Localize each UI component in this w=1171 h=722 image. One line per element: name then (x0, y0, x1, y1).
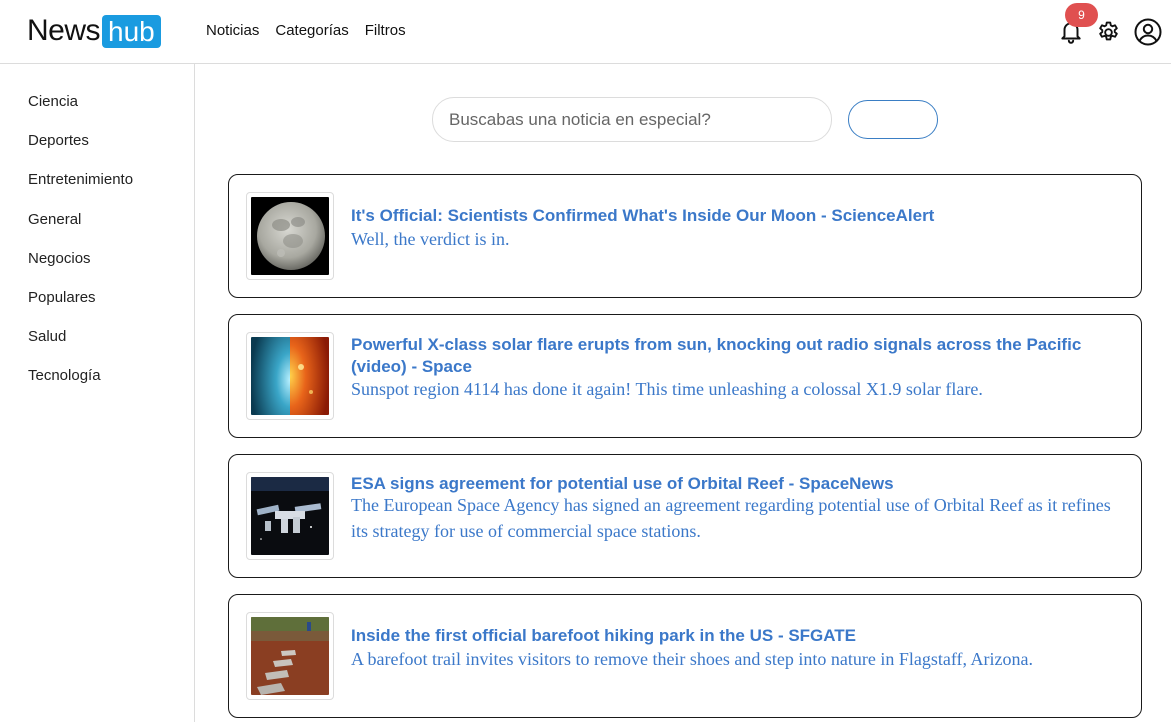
sidebar-item-salud[interactable]: Salud (28, 327, 133, 366)
search-button[interactable] (848, 100, 938, 139)
article-description: Sunspot region 4114 has done it again! T… (351, 379, 983, 399)
article-description: A barefoot trail invites visitors to rem… (351, 649, 1034, 669)
top-header: News hub Noticias Categorías Filtros 9 (0, 0, 1171, 64)
article-thumbnail (246, 332, 334, 420)
article-title[interactable]: It's Official: Scientists Confirmed What… (351, 205, 1121, 227)
sidebar-item-negocios[interactable]: Negocios (28, 249, 133, 288)
notification-badge[interactable]: 9 (1065, 3, 1098, 27)
sidebar-item-general[interactable]: General (28, 210, 133, 249)
logo-news-text: News (27, 14, 101, 47)
space-station-image (251, 477, 329, 555)
top-nav: Noticias Categorías Filtros (206, 22, 406, 39)
article-description: The European Space Agency has signed an … (351, 495, 1111, 541)
article-thumbnail (246, 192, 334, 280)
article-description: Well, the verdict is in. (351, 229, 510, 249)
sidebar-item-deportes[interactable]: Deportes (28, 131, 133, 170)
news-card[interactable]: Inside the first official barefoot hikin… (228, 594, 1142, 718)
newshub-logo[interactable]: News hub (27, 14, 161, 48)
moon-image (251, 197, 329, 275)
sidebar-item-entretenimiento[interactable]: Entretenimiento (28, 170, 133, 209)
article-title[interactable]: Powerful X-class solar flare erupts from… (351, 334, 1121, 378)
article-title[interactable]: Inside the first official barefoot hikin… (351, 625, 1121, 647)
news-card[interactable]: Powerful X-class solar flare erupts from… (228, 314, 1142, 438)
logo-hub-text: hub (102, 14, 161, 48)
user-account-icon[interactable] (1134, 18, 1162, 46)
sidebar-item-ciencia[interactable]: Ciencia (28, 92, 133, 131)
article-thumbnail (246, 472, 334, 560)
barefoot-trail-image (251, 617, 329, 695)
nav-filtros[interactable]: Filtros (365, 22, 406, 39)
sidebar-item-tecnologia[interactable]: Tecnología (28, 366, 133, 405)
gear-icon[interactable] (1096, 20, 1121, 45)
news-card[interactable]: It's Official: Scientists Confirmed What… (228, 174, 1142, 298)
news-card[interactable]: ESA signs agreement for potential use of… (228, 454, 1142, 578)
nav-categorias[interactable]: Categorías (275, 22, 348, 39)
sidebar-item-populares[interactable]: Populares (28, 288, 133, 327)
solar-flare-image (251, 337, 329, 415)
search-input[interactable] (432, 97, 832, 142)
article-thumbnail (246, 612, 334, 700)
category-sidebar: Ciencia Deportes Entretenimiento General… (0, 64, 195, 722)
nav-noticias[interactable]: Noticias (206, 22, 259, 39)
